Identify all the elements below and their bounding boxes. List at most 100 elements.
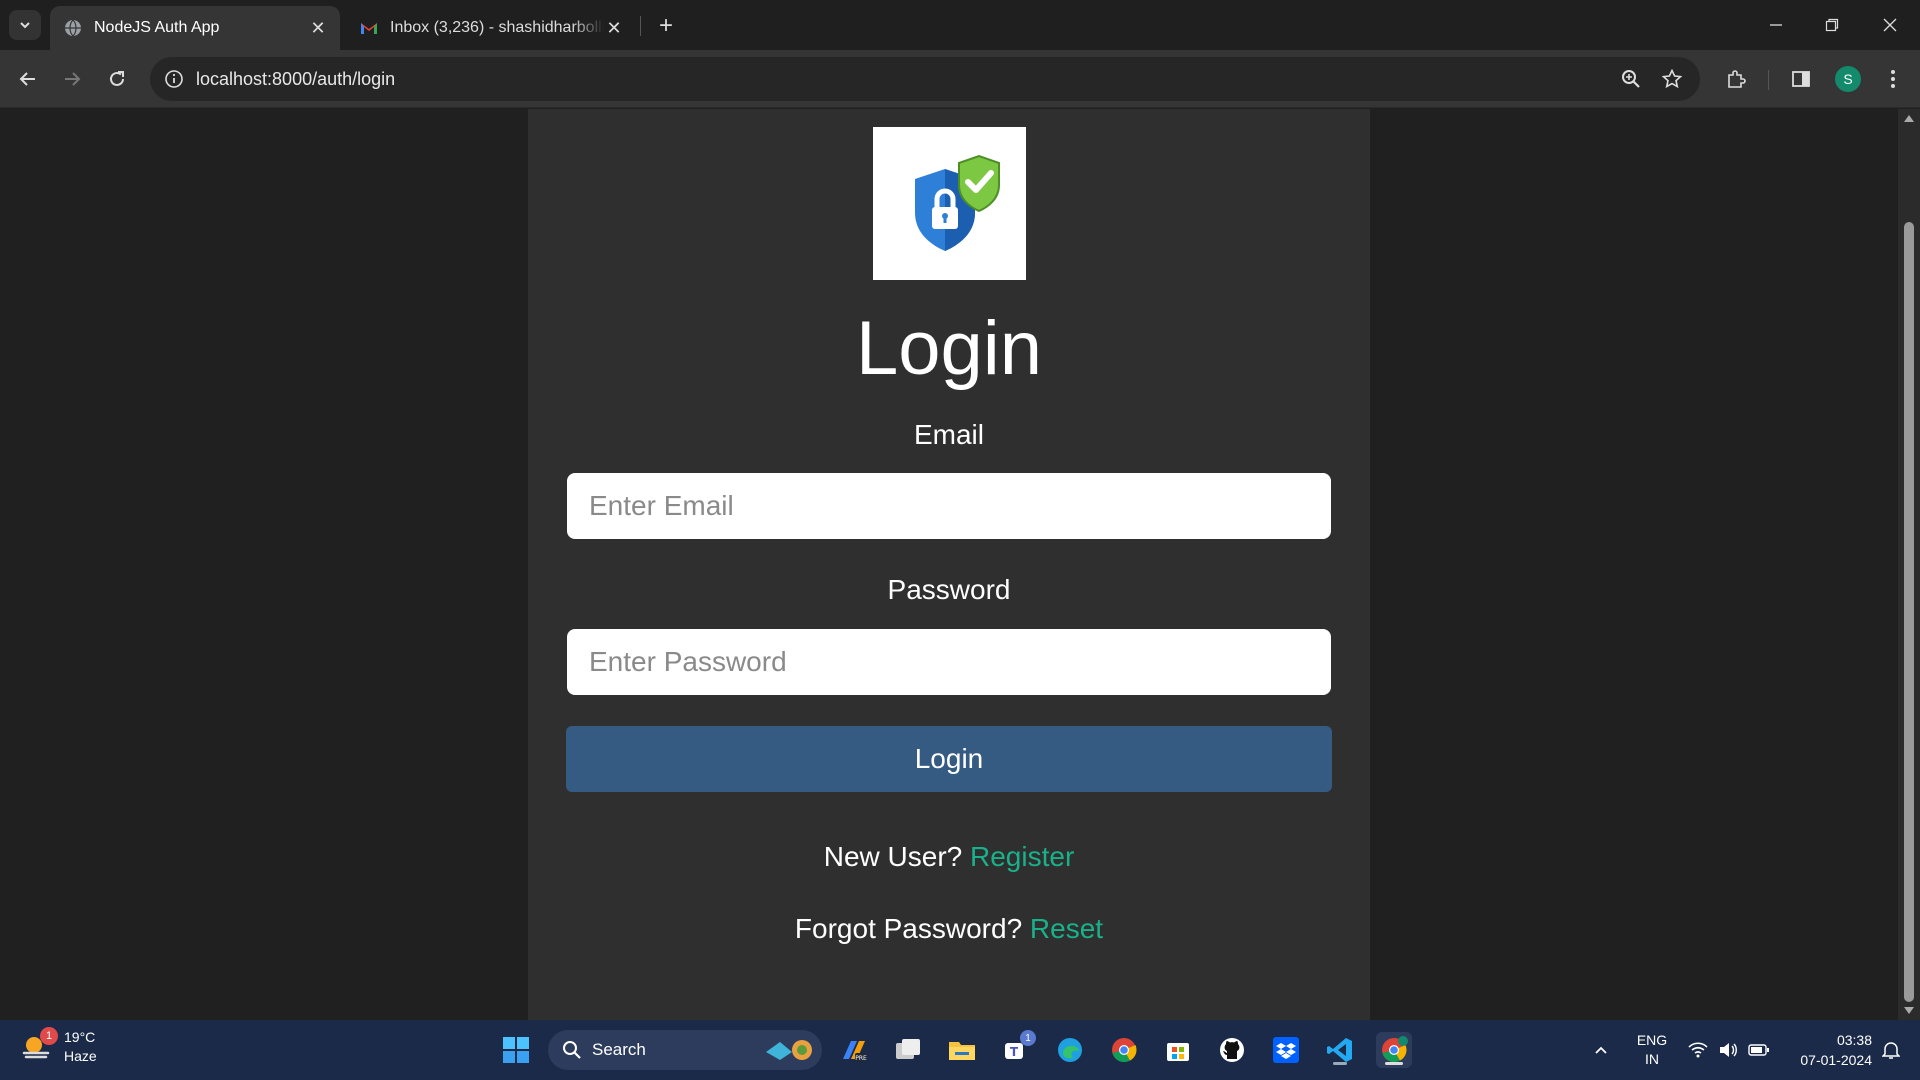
reload-button[interactable] — [101, 63, 133, 95]
page-scrollbar[interactable] — [1898, 109, 1920, 1020]
side-panel-icon[interactable] — [1785, 63, 1817, 95]
store-app[interactable] — [1160, 1032, 1196, 1068]
clock-time: 03:38 — [1836, 1032, 1872, 1048]
search-label: Search — [592, 1040, 646, 1059]
reload-icon — [110, 71, 124, 86]
security-logo — [873, 127, 1026, 280]
page-viewport: Login Email Password Login New User? Reg… — [0, 109, 1898, 1020]
password-field[interactable] — [567, 629, 1331, 695]
minimize-button[interactable] — [1748, 0, 1804, 50]
system-status-group[interactable] — [1684, 1020, 1774, 1080]
vscode-app[interactable] — [1322, 1032, 1358, 1068]
tab-title: NodeJS Auth App — [94, 19, 220, 36]
tab-strip: NodeJS Auth App ✕ Inbox (3,236) - shashi… — [0, 0, 1920, 50]
chrome-profile-app[interactable] — [1376, 1032, 1412, 1068]
weather-temp: 19°C — [64, 1029, 96, 1045]
battery-icon — [1748, 1044, 1769, 1056]
tab-gmail-inbox[interactable]: Inbox (3,236) - shashidharbollu@gmail.co… — [346, 6, 636, 50]
gmail-icon — [361, 23, 377, 34]
clock-date: 07-01-2024 — [1800, 1052, 1872, 1068]
password-label: Password — [887, 574, 1011, 605]
email-label: Email — [913, 419, 984, 450]
login-button[interactable]: Login — [566, 726, 1332, 792]
back-button[interactable] — [12, 63, 44, 95]
start-button[interactable] — [498, 1032, 534, 1068]
language-bottom: IN — [1645, 1051, 1659, 1067]
search-highlight-icon — [766, 1040, 812, 1060]
close-tab-icon[interactable]: ✕ — [308, 18, 328, 38]
clock[interactable]: 03:38 07-01-2024 — [1782, 1030, 1872, 1070]
login-card: Login Email Password Login New User? Reg… — [528, 109, 1370, 1020]
edge-icon — [1058, 1038, 1082, 1062]
github-icon — [1220, 1038, 1244, 1062]
vscode-icon — [1327, 1038, 1352, 1062]
show-hidden-icons-button[interactable] — [1586, 1020, 1616, 1080]
active-indicator — [1385, 1062, 1403, 1065]
email-field[interactable] — [567, 473, 1331, 539]
search-icon — [563, 1041, 581, 1059]
teams-badge: 1 — [1020, 1030, 1036, 1046]
language-indicator[interactable]: ENG IN — [1628, 1020, 1676, 1080]
task-view-icon — [896, 1039, 920, 1059]
register-link[interactable]: Register — [970, 841, 1074, 872]
dropbox-icon — [1273, 1037, 1299, 1063]
store-icon — [1167, 1043, 1189, 1061]
language-top: ENG — [1636, 1032, 1668, 1048]
weather-desc: Haze — [64, 1048, 97, 1064]
teams-app[interactable]: T 1 — [998, 1030, 1036, 1068]
page-title: Login — [856, 306, 1042, 391]
forgot-password-line: Forgot Password? Reset — [528, 913, 1370, 945]
volume-icon — [1720, 1043, 1737, 1057]
close-window-button[interactable] — [1862, 0, 1918, 50]
tab-title: Inbox (3,236) - shashidharbollu@gmail.co… — [390, 19, 604, 36]
svg-text:T: T — [1010, 1045, 1019, 1059]
scroll-down-arrow-icon[interactable] — [1904, 1007, 1914, 1014]
chrome-app[interactable] — [1106, 1032, 1142, 1068]
taskbar: 1 19°C Haze Search PRE T 1 ENG IN 03:38 … — [0, 1020, 1920, 1080]
reset-link[interactable]: Reset — [1030, 913, 1103, 944]
tab-separator — [640, 16, 641, 36]
wifi-icon — [1688, 1042, 1708, 1058]
chevron-down-icon — [20, 22, 30, 29]
bookmark-star-icon[interactable] — [1658, 65, 1686, 93]
weather-widget[interactable]: 1 19°C Haze — [20, 1027, 97, 1066]
toolbar-divider — [1768, 70, 1769, 90]
folder-icon — [949, 1042, 975, 1060]
chrome-icon — [1112, 1038, 1137, 1063]
forward-button[interactable] — [56, 63, 88, 95]
notifications-button[interactable] — [1874, 1020, 1908, 1080]
dropbox-app[interactable] — [1268, 1032, 1304, 1068]
address-bar[interactable]: localhost:8000/auth/login — [150, 57, 1700, 101]
menu-icon[interactable] — [1877, 63, 1909, 95]
copilot-app[interactable]: PRE — [836, 1032, 872, 1068]
arrow-right-icon — [65, 72, 81, 86]
github-app[interactable] — [1214, 1032, 1250, 1068]
weather-haze-icon: 1 — [20, 1027, 58, 1063]
tab-search-button[interactable] — [9, 10, 41, 40]
zoom-icon[interactable] — [1617, 65, 1645, 93]
new-tab-button[interactable]: + — [652, 12, 680, 40]
chrome-profile-icon — [1382, 1036, 1408, 1063]
browser-toolbar: localhost:8000/auth/login S — [0, 50, 1920, 108]
restore-button[interactable] — [1804, 0, 1860, 50]
profile-avatar[interactable]: S — [1835, 66, 1861, 92]
file-explorer-app[interactable] — [944, 1032, 980, 1068]
scroll-thumb[interactable] — [1904, 222, 1914, 1002]
scroll-up-arrow-icon[interactable] — [1904, 115, 1914, 122]
site-info-icon[interactable] — [160, 65, 188, 93]
taskbar-search[interactable]: Search — [548, 1030, 822, 1070]
chevron-up-icon — [1595, 1046, 1607, 1054]
bell-icon — [1882, 1042, 1900, 1059]
tab-nodejs-auth[interactable]: NodeJS Auth App ✕ — [50, 6, 340, 50]
new-user-text: New User? — [823, 841, 963, 872]
windows-icon — [503, 1037, 529, 1063]
globe-icon — [65, 19, 81, 37]
close-tab-icon[interactable]: ✕ — [604, 18, 624, 38]
edge-app[interactable] — [1052, 1032, 1088, 1068]
new-user-line: New User? Register — [528, 841, 1370, 873]
minimize-icon — [1770, 24, 1782, 26]
task-view-app[interactable] — [890, 1032, 926, 1068]
arrow-left-icon — [19, 72, 35, 86]
svg-text:PRE: PRE — [855, 1055, 867, 1062]
extensions-icon[interactable] — [1720, 63, 1752, 95]
